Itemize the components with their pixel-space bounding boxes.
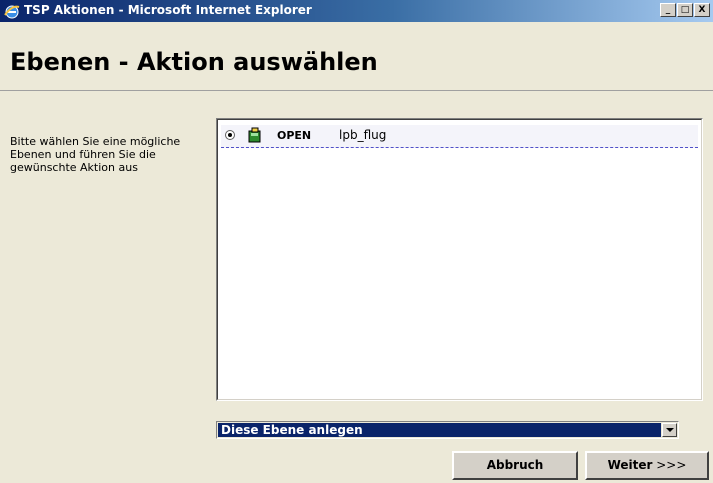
maximize-button[interactable]: □ (677, 3, 693, 17)
layer-list[interactable]: OPEN lpb_flug (216, 118, 703, 401)
action-select[interactable]: Diese Ebene anlegen (216, 421, 679, 439)
layer-status: OPEN (277, 129, 312, 142)
window-titlebar[interactable]: TSP Aktionen - Microsoft Internet Explor… (0, 0, 713, 22)
window-title: TSP Aktionen - Microsoft Internet Explor… (24, 3, 312, 17)
next-button[interactable]: Weiter >>> (585, 451, 709, 480)
layer-name: lpb_flug (339, 128, 387, 142)
chevron-down-icon[interactable] (662, 423, 677, 437)
instruction-text: Bitte wählen Sie eine mögliche Ebenen un… (10, 135, 181, 174)
page-title: Ebenen - Aktion auswählen (10, 48, 378, 76)
dialog-content: Ebenen - Aktion auswählen Bitte wählen S… (0, 22, 713, 483)
header-divider (0, 90, 713, 92)
layer-row[interactable]: OPEN lpb_flug (221, 125, 698, 148)
internet-explorer-icon (4, 5, 20, 19)
action-select-value: Diese Ebene anlegen (218, 423, 661, 437)
cancel-button[interactable]: Abbruch (452, 451, 578, 480)
layer-list-frame: OPEN lpb_flug (217, 119, 702, 400)
layer-radio-button[interactable] (225, 130, 235, 140)
next-button-arrows: >>> (656, 458, 687, 472)
layer-icon (248, 127, 261, 143)
minimize-button[interactable]: _ (660, 3, 676, 17)
next-button-label: Weiter (607, 458, 653, 472)
close-button[interactable]: X (694, 3, 710, 17)
